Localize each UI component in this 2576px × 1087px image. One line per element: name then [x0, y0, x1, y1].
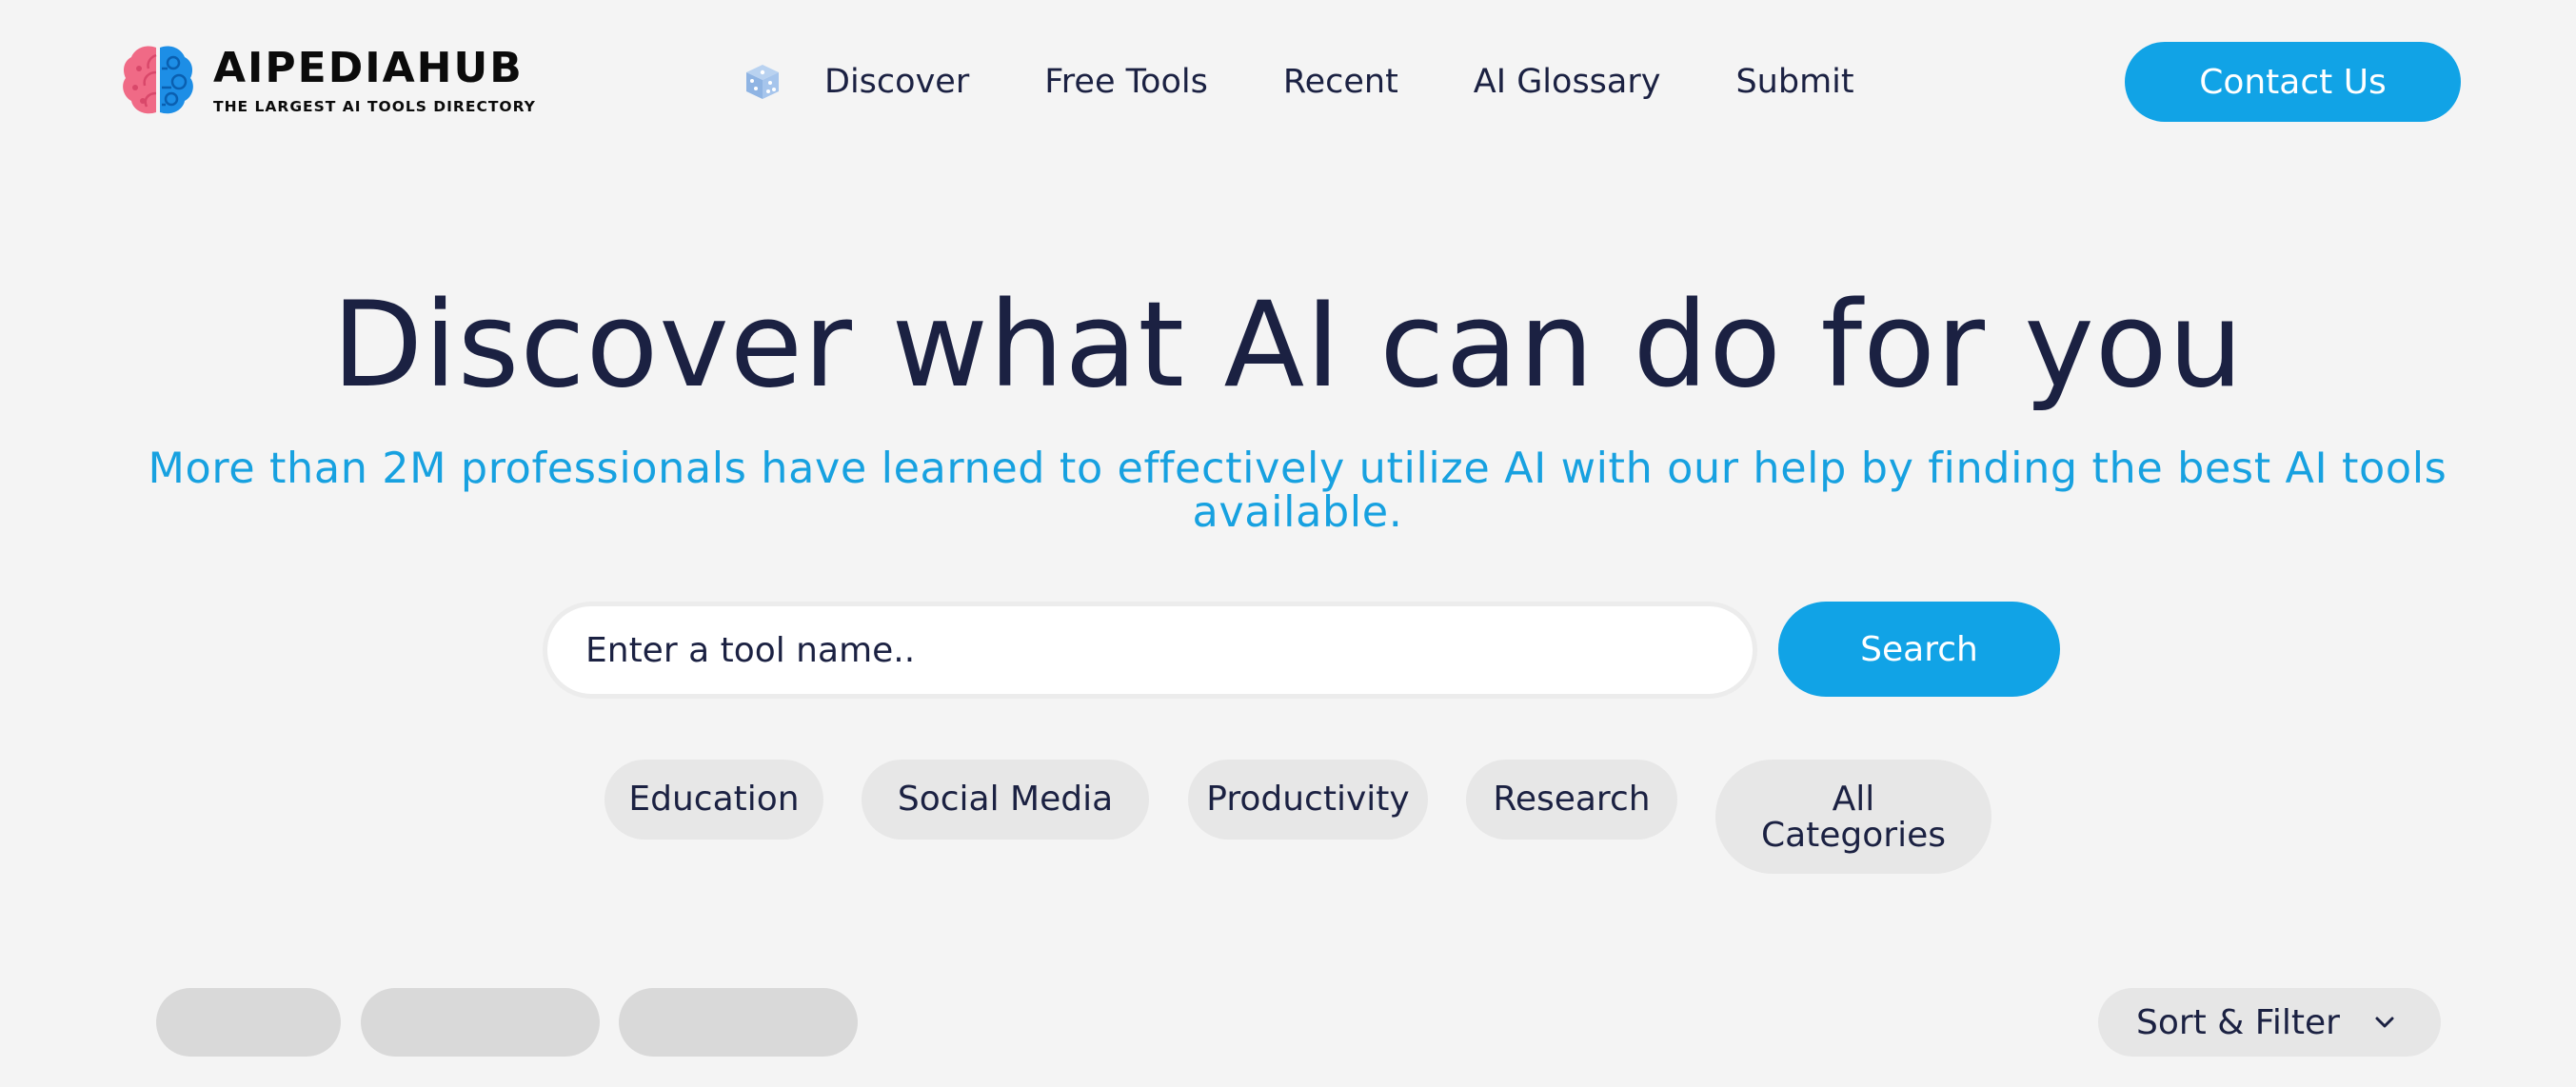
nav-ai-glossary[interactable]: AI Glossary	[1474, 63, 1661, 101]
category-chip-education[interactable]: Education	[604, 760, 823, 840]
chevron-down-icon	[2375, 1017, 2394, 1028]
brand-tagline: THE LARGEST AI TOOLS DIRECTORY	[213, 98, 536, 115]
brand-name: AIPEDIAHUB	[213, 44, 524, 92]
hero-title: Discover what AI can do for you	[331, 277, 2245, 414]
nav-discover[interactable]: Discover	[824, 63, 969, 101]
main-nav: Discover Free Tools Recent AI Glossary S…	[743, 57, 1854, 107]
sort-filter-button[interactable]: Sort & Filter	[2098, 988, 2441, 1057]
nav-submit[interactable]: Submit	[1735, 63, 1853, 101]
category-chip-research[interactable]: Research	[1466, 760, 1677, 840]
category-chip-productivity[interactable]: Productivity	[1188, 760, 1428, 840]
loading-placeholder-pill	[361, 988, 600, 1057]
brain-logo-icon	[123, 46, 193, 114]
sort-filter-label: Sort & Filter	[2136, 1002, 2340, 1042]
category-chip-social-media[interactable]: Social Media	[862, 760, 1149, 840]
nav-recent[interactable]: Recent	[1283, 63, 1398, 101]
loading-placeholder-pill	[619, 988, 858, 1057]
nav-free-tools[interactable]: Free Tools	[1044, 63, 1208, 101]
site-header: AIPEDIAHUB THE LARGEST AI TOOLS DIRECTOR…	[0, 0, 2576, 164]
brand-logo[interactable]: AIPEDIAHUB THE LARGEST AI TOOLS DIRECTOR…	[118, 40, 536, 120]
category-chip-all-categories[interactable]: All Categories	[1715, 760, 1991, 874]
all-categories-label: All Categories	[1760, 780, 1947, 855]
search-button[interactable]: Search	[1778, 602, 2060, 697]
search-input[interactable]	[585, 630, 1753, 670]
brand-text: AIPEDIAHUB THE LARGEST AI TOOLS DIRECTOR…	[213, 44, 536, 116]
dice-icon[interactable]	[743, 62, 783, 102]
hero-subtitle: More than 2M professionals have learned …	[148, 445, 2447, 537]
loading-placeholder-pill	[156, 988, 341, 1057]
contact-us-button[interactable]: Contact Us	[2125, 42, 2461, 122]
search-box	[543, 602, 1757, 699]
